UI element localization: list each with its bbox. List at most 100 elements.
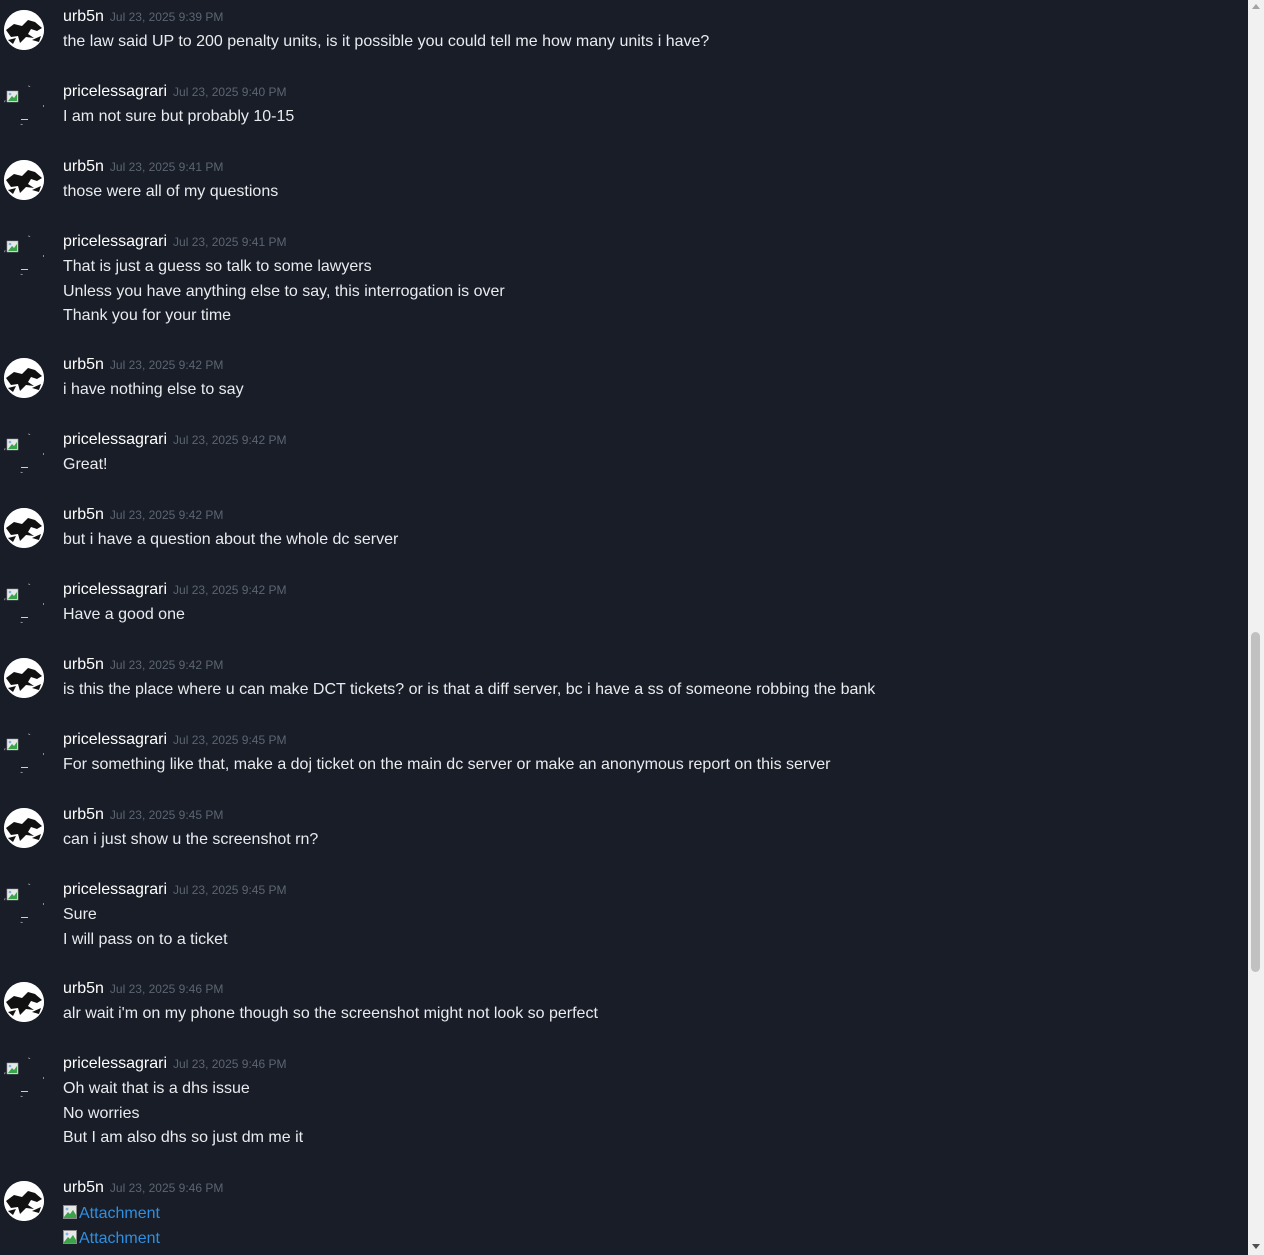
broken-image-icon[interactable]	[4, 883, 44, 923]
message-body: Sure I will pass on to a ticket	[63, 903, 228, 952]
message-timestamp: Jul 23, 2025 9:42 PM	[173, 433, 287, 447]
broken-image-icon[interactable]	[4, 733, 44, 773]
message-text: Have a good one	[63, 606, 185, 623]
message-header: pricelessagrari Jul 23, 2025 9:42 PM	[63, 431, 286, 449]
message-timestamp: Jul 23, 2025 9:45 PM	[173, 733, 287, 747]
author-name[interactable]: urb5n	[63, 8, 104, 25]
author-name[interactable]: pricelessagrari	[63, 731, 167, 748]
message-timestamp: Jul 23, 2025 9:42 PM	[109, 658, 224, 672]
message-body: Oh wait that is a dhs issue No worries But…	[63, 1077, 303, 1151]
message-text: I will pass on to a ticket	[63, 930, 228, 948]
message-text: Sure	[63, 906, 97, 923]
message-header: urb5n Jul 23, 2025 9:46 PM	[63, 1179, 223, 1197]
scroll-down-arrow-icon[interactable]	[1252, 1244, 1260, 1249]
broken-image-icon[interactable]	[4, 583, 44, 623]
urb5n-avatar-icon[interactable]	[4, 508, 44, 548]
message-timestamp: Jul 23, 2025 9:42 PM	[109, 508, 224, 522]
message-text: No worries	[63, 1104, 140, 1122]
broken-image-icon[interactable]	[4, 1057, 44, 1097]
attachment-link[interactable]: Attachment	[63, 1201, 160, 1226]
message-header: pricelessagrari Jul 23, 2025 9:46 PM	[63, 1055, 286, 1073]
attachment-label[interactable]: Attachment	[79, 1230, 160, 1247]
author-name[interactable]: pricelessagrari	[63, 83, 167, 100]
author-name[interactable]: urb5n	[63, 806, 104, 823]
message-body: That is just a guess so talk to some law…	[63, 255, 505, 329]
broken-image-icon	[63, 1227, 77, 1244]
message-header: urb5n Jul 23, 2025 9:41 PM	[63, 158, 223, 176]
message-text: Oh wait that is a dhs issue	[63, 1080, 250, 1097]
urb5n-avatar-icon[interactable]	[4, 982, 44, 1022]
message-text: Thank you for your time	[63, 307, 232, 324]
attachment-label[interactable]: Attachment	[79, 1205, 160, 1222]
message-timestamp: Jul 23, 2025 9:41 PM	[173, 235, 287, 249]
message-body: alr wait i'm on my phone though so the s…	[63, 1002, 598, 1027]
message-text: the law said UP to 200 penalty units, is…	[63, 33, 710, 50]
message-text: but i have a question about the whole dc…	[63, 531, 399, 548]
scrollbar-thumb[interactable]	[1251, 632, 1260, 972]
message-header: pricelessagrari Jul 23, 2025 9:45 PM	[63, 881, 286, 899]
message-text: That is just a guess so talk to some law…	[63, 258, 372, 275]
message-body: For something like that, make a doj tick…	[63, 753, 830, 778]
author-name[interactable]: urb5n	[63, 656, 104, 673]
author-name[interactable]: urb5n	[63, 356, 104, 373]
message-timestamp: Jul 23, 2025 9:39 PM	[109, 10, 224, 24]
author-name[interactable]: pricelessagrari	[63, 1055, 167, 1072]
urb5n-avatar-icon[interactable]	[4, 658, 44, 698]
message-header: pricelessagrari Jul 23, 2025 9:41 PM	[63, 233, 286, 251]
message-body: Great!	[63, 453, 107, 478]
message-header: pricelessagrari Jul 23, 2025 9:45 PM	[63, 731, 286, 749]
urb5n-avatar-icon[interactable]	[4, 1181, 44, 1221]
message-timestamp: Jul 23, 2025 9:46 PM	[109, 982, 224, 996]
urb5n-avatar-icon[interactable]	[4, 358, 44, 398]
message-body: those were all of my questions	[63, 180, 278, 205]
message-header: urb5n Jul 23, 2025 9:45 PM	[63, 806, 223, 824]
message-body: Have a good one	[63, 603, 185, 628]
author-name[interactable]: pricelessagrari	[63, 881, 167, 898]
urb5n-avatar-icon[interactable]	[4, 160, 44, 200]
message-timestamp: Jul 23, 2025 9:42 PM	[109, 358, 224, 372]
message-header: urb5n Jul 23, 2025 9:42 PM	[63, 506, 223, 524]
message-timestamp: Jul 23, 2025 9:40 PM	[173, 85, 287, 99]
message-body: i have nothing else to say	[63, 378, 244, 403]
message-header: urb5n Jul 23, 2025 9:42 PM	[63, 656, 223, 674]
message-timestamp: Jul 23, 2025 9:41 PM	[109, 160, 224, 174]
message-text: Great!	[63, 456, 108, 473]
message-text: those were all of my questions	[63, 183, 279, 200]
broken-image-icon	[63, 1202, 77, 1219]
message-timestamp: Jul 23, 2025 9:46 PM	[109, 1181, 224, 1195]
author-name[interactable]: pricelessagrari	[63, 233, 167, 250]
message-text: Unless you have anything else to say, th…	[63, 282, 505, 300]
author-name[interactable]: urb5n	[63, 158, 104, 175]
message-header: urb5n Jul 23, 2025 9:42 PM	[63, 356, 223, 374]
chat-log: urb5n Jul 23, 2025 9:39 PM the law said UP…	[0, 0, 1248, 1255]
author-name[interactable]: urb5n	[63, 1179, 104, 1196]
broken-image-icon[interactable]	[4, 433, 44, 473]
message-body: but i have a question about the whole dc…	[63, 528, 398, 553]
message-body: Attachment Attachment	[63, 1201, 160, 1251]
message-header: pricelessagrari Jul 23, 2025 9:40 PM	[63, 83, 286, 101]
message-header: pricelessagrari Jul 23, 2025 9:42 PM	[63, 581, 286, 599]
message-text: alr wait i'm on my phone though so the s…	[63, 1005, 598, 1022]
message-text: is this the place where u can make DCT t…	[63, 681, 876, 698]
message-text: But I am also dhs so just dm me it	[63, 1129, 304, 1146]
author-name[interactable]: pricelessagrari	[63, 431, 167, 448]
message-body: I am not sure but probably 10-15	[63, 105, 294, 130]
attachment-link[interactable]: Attachment	[63, 1226, 160, 1251]
author-name[interactable]: urb5n	[63, 506, 104, 523]
message-text: i have nothing else to say	[63, 381, 244, 398]
urb5n-avatar-icon[interactable]	[4, 10, 44, 50]
message-timestamp: Jul 23, 2025 9:42 PM	[173, 583, 287, 597]
urb5n-avatar-icon[interactable]	[4, 808, 44, 848]
scroll-up-arrow-icon[interactable]	[1252, 4, 1260, 9]
message-timestamp: Jul 23, 2025 9:46 PM	[173, 1057, 287, 1071]
author-name[interactable]: urb5n	[63, 980, 104, 997]
message-timestamp: Jul 23, 2025 9:45 PM	[173, 883, 287, 897]
message-text: I am not sure but probably 10-15	[63, 108, 295, 125]
message-header: urb5n Jul 23, 2025 9:46 PM	[63, 980, 223, 998]
message-body: the law said UP to 200 penalty units, is…	[63, 30, 709, 55]
message-header: urb5n Jul 23, 2025 9:39 PM	[63, 8, 223, 26]
broken-image-icon[interactable]	[4, 235, 44, 275]
author-name[interactable]: pricelessagrari	[63, 581, 167, 598]
vertical-scrollbar[interactable]	[1248, 0, 1264, 1255]
broken-image-icon[interactable]	[4, 85, 44, 125]
